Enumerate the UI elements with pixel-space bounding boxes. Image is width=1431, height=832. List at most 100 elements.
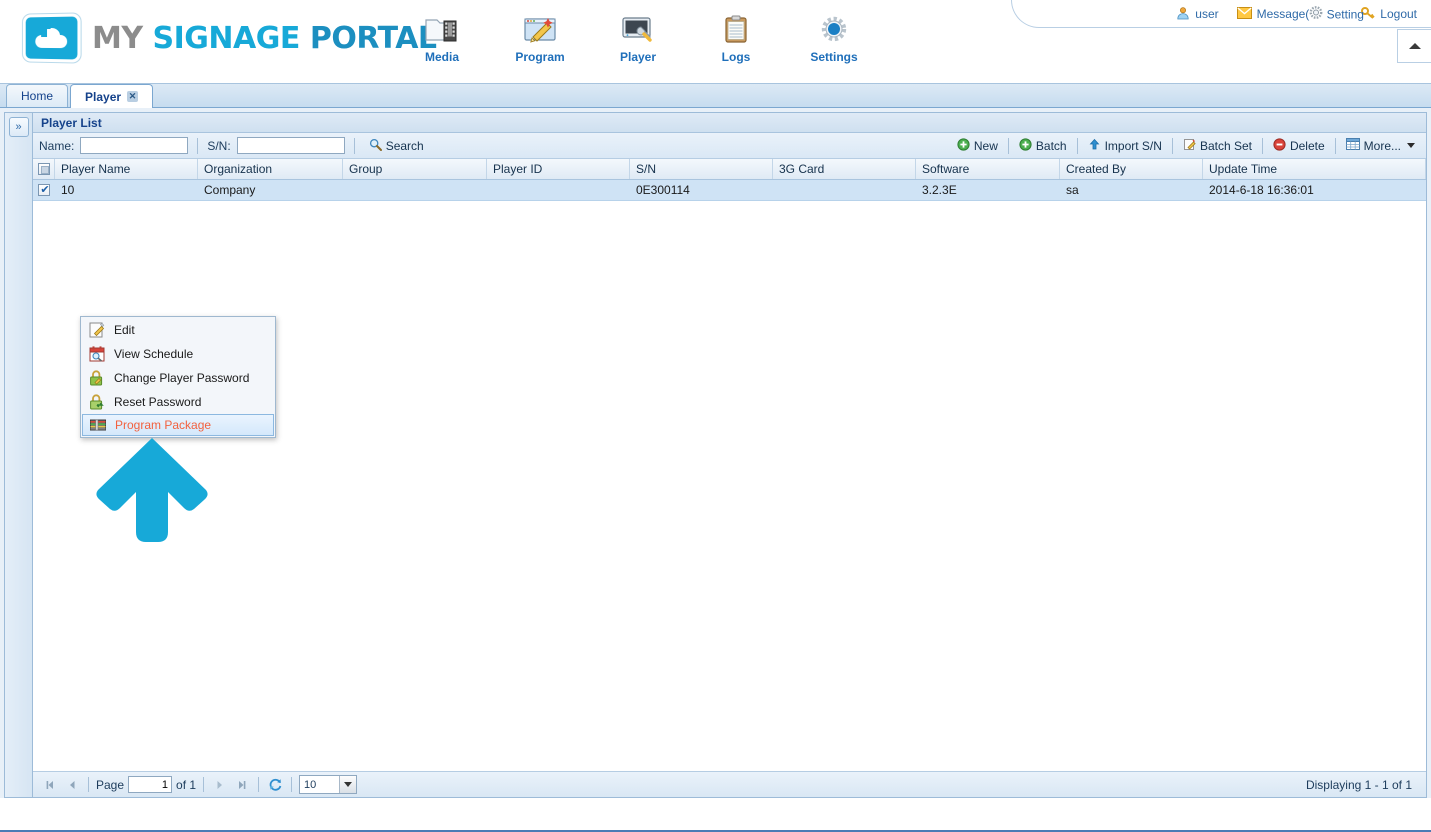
page-title: Player List [33, 113, 1426, 133]
delete-label: Delete [1289, 138, 1325, 153]
nav-item-logs[interactable]: Logs [700, 12, 772, 64]
column-header-organization[interactable]: Organization [198, 159, 343, 179]
player-list-panel: Player List Name: S/N: Search New Batch … [32, 112, 1427, 798]
new-label: New [973, 138, 998, 153]
pager-divider [88, 777, 89, 792]
plus-circle-green-icon [1019, 137, 1032, 154]
new-button[interactable]: New [952, 136, 1003, 156]
user-link[interactable]: user [1176, 6, 1219, 23]
row-context-menu: Edit View Schedule Change Player Passwor… [80, 316, 276, 438]
column-header-player-id[interactable]: Player ID [487, 159, 630, 179]
select-all-checkbox[interactable] [33, 159, 55, 179]
nav-item-media[interactable]: Media [406, 12, 478, 64]
batch-set-button[interactable]: Batch Set [1178, 136, 1257, 156]
page-size-select[interactable]: 10 [299, 775, 358, 794]
user-icon [1176, 6, 1190, 23]
column-header-player-name[interactable]: Player Name [55, 159, 198, 179]
logout-link[interactable]: Logout [1361, 6, 1417, 23]
name-field-label: Name: [39, 138, 75, 153]
column-label: Software [922, 162, 970, 176]
refresh-icon[interactable] [266, 776, 284, 794]
cloud-upload-icon [22, 13, 81, 63]
nav-item-player[interactable]: Player [602, 12, 674, 64]
checkbox-checked-icon [38, 183, 51, 197]
grid-body: 10 Company 0E300114 3.2.3E sa 2014-6-18 … [33, 180, 1426, 771]
toolbar-actions: New Batch Import S/N Batch Set Delete Mo… [952, 136, 1420, 156]
setting-link[interactable]: Setting [1309, 6, 1364, 23]
column-header-group[interactable]: Group [343, 159, 487, 179]
search-label: Search [385, 138, 424, 153]
tab-home[interactable]: Home [6, 84, 69, 107]
context-menu-item-reset-password[interactable]: Reset Password [82, 390, 274, 414]
footer-strip [0, 798, 1431, 830]
tab-player-label: Player [85, 89, 122, 104]
context-menu-label: Program Package [115, 418, 212, 432]
column-label: 3G Card [779, 162, 825, 176]
search-button[interactable]: Search [364, 136, 429, 156]
close-icon[interactable]: ✕ [127, 91, 139, 102]
column-header-3g-card[interactable]: 3G Card [773, 159, 916, 179]
context-menu-label: View Schedule [114, 347, 194, 361]
plus-circle-green-icon [957, 137, 970, 154]
column-header-update-time[interactable]: Update Time [1203, 159, 1426, 179]
toolbar-divider [1076, 137, 1078, 154]
prev-page-icon[interactable] [63, 776, 81, 794]
context-menu-item-edit[interactable]: Edit [82, 318, 274, 342]
nav-label-settings: Settings [810, 50, 858, 64]
context-menu-item-change-player-password[interactable]: Change Player Password [82, 366, 274, 390]
gear-icon [1309, 6, 1323, 23]
context-menu-label: Reset Password [114, 395, 202, 409]
import-sn-button[interactable]: Import S/N [1083, 136, 1167, 156]
header-collapse-button[interactable] [1397, 29, 1431, 63]
more-button[interactable]: More... [1341, 136, 1420, 155]
chevron-down-icon [339, 776, 357, 793]
column-header-created-by[interactable]: Created By [1060, 159, 1203, 179]
nav-item-program[interactable]: Program [504, 12, 576, 64]
checkbox-icon [37, 163, 50, 175]
first-page-icon[interactable] [41, 776, 59, 794]
page-number-input[interactable] [128, 776, 173, 793]
sn-input[interactable] [236, 137, 345, 154]
delete-button[interactable]: Delete [1268, 136, 1330, 156]
page-total-label: of 1 [176, 777, 197, 792]
sidebar-collapsed-rail: » [4, 112, 32, 798]
more-label: More... [1363, 138, 1401, 153]
tab-player[interactable]: Player ✕ [70, 84, 154, 108]
logo-my: MY [92, 20, 143, 56]
name-input[interactable] [80, 137, 189, 154]
app-logo[interactable]: MY SIGNAGE PORTAL [22, 13, 437, 63]
row-checkbox[interactable] [33, 180, 55, 200]
column-label: S/N [636, 162, 657, 176]
edit-pencil-icon [88, 321, 106, 339]
chevron-up-icon [1408, 43, 1421, 49]
column-header-sn[interactable]: S/N [630, 159, 773, 179]
player-monitor-icon [619, 12, 657, 46]
import-sn-label: Import S/N [1104, 138, 1162, 153]
batch-button[interactable]: Batch [1014, 136, 1072, 156]
magnifier-icon [369, 138, 382, 154]
column-label: Update Time [1209, 162, 1278, 176]
toolbar-divider [1334, 137, 1336, 154]
nav-label-program: Program [515, 50, 565, 64]
pagination-bar: Page of 1 10 [33, 771, 1426, 797]
content-area: » Player List Name: S/N: Search New Batc… [0, 108, 1431, 798]
column-label: Organization [204, 162, 273, 176]
column-label: Created By [1066, 162, 1127, 176]
message-label[interactable]: Message( [1257, 7, 1310, 21]
toolbar-divider [353, 137, 355, 154]
edit-pencil-icon [1183, 138, 1196, 154]
setting-label: Setting [1326, 7, 1364, 21]
column-header-software[interactable]: Software [916, 159, 1060, 179]
context-menu-item-view-schedule[interactable]: View Schedule [82, 342, 274, 366]
nav-item-settings[interactable]: Settings [798, 12, 870, 64]
context-menu-item-program-package[interactable]: Program Package [82, 414, 274, 436]
expand-right-icon[interactable]: » [8, 117, 29, 137]
sn-field-label: S/N: [207, 138, 231, 153]
main-navigation: Media Program Player Logs Settings [406, 12, 870, 64]
next-page-icon[interactable] [211, 776, 229, 794]
grid-header: Player Name Organization Group Player ID… [33, 159, 1426, 180]
last-page-icon[interactable] [233, 776, 251, 794]
table-row[interactable]: 10 Company 0E300114 3.2.3E sa 2014-6-18 … [33, 180, 1426, 201]
pager-status: Displaying 1 - 1 of 1 [1305, 777, 1412, 792]
toolbar-divider [1261, 137, 1263, 154]
